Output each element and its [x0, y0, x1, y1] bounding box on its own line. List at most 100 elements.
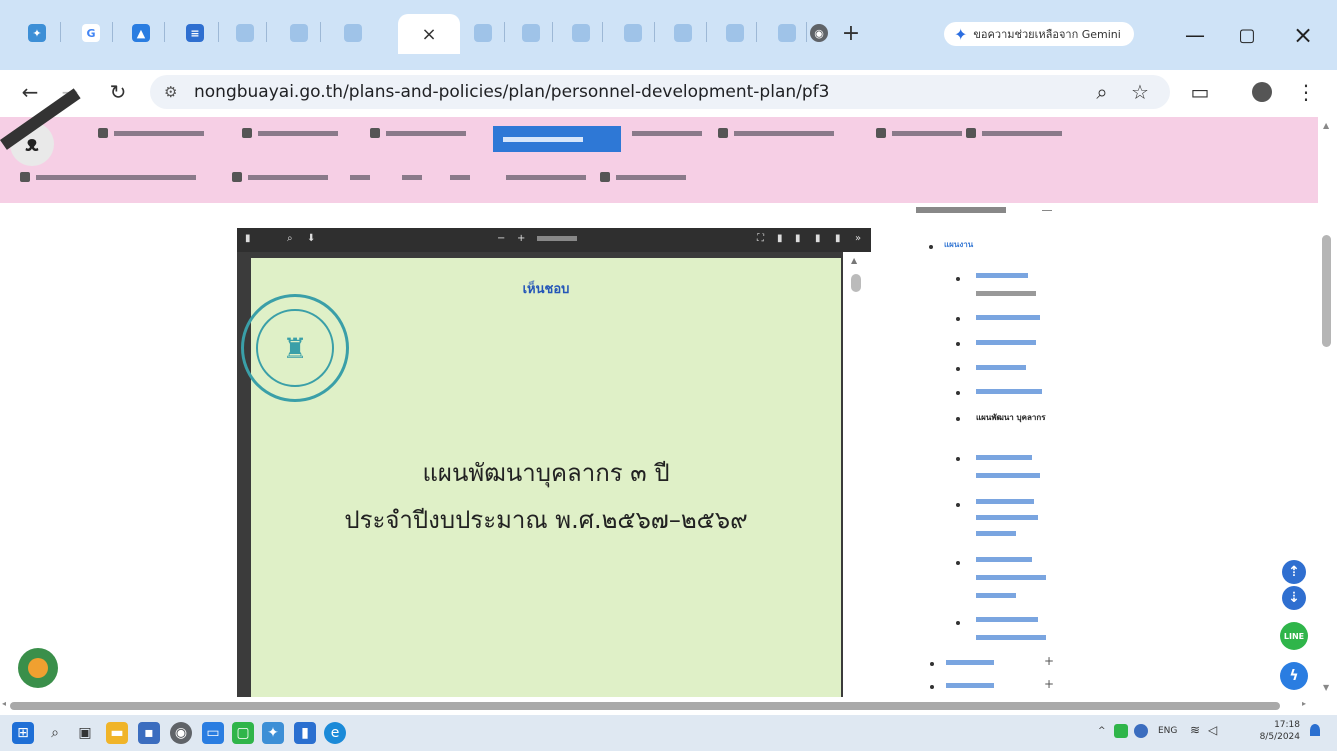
nav-item-5[interactable] — [632, 126, 702, 140]
nav-item-14[interactable] — [506, 170, 586, 184]
zoom-in-icon[interactable]: + — [517, 233, 525, 244]
more-tools-icon[interactable]: » — [855, 233, 861, 244]
nav-item-2[interactable] — [242, 126, 338, 140]
taskbar-search-button[interactable]: ⌕ — [44, 722, 66, 744]
edge-taskbar-button[interactable]: e — [324, 722, 346, 744]
tab-site-10[interactable] — [774, 16, 800, 50]
horizontal-scrollbar[interactable]: ◂ ▸ — [0, 697, 1337, 713]
nav-item-1[interactable] — [98, 126, 204, 140]
search-icon[interactable]: ⌕ — [287, 233, 293, 244]
horizontal-scroll-thumb[interactable] — [10, 702, 1280, 710]
nav-item-3[interactable] — [370, 126, 466, 140]
sidebar-subitem-4[interactable] — [976, 365, 1026, 370]
pdf-scroll-thumb[interactable] — [851, 274, 861, 292]
nav-item-12[interactable] — [402, 170, 422, 184]
sidebar-subitem-7[interactable] — [976, 499, 1034, 504]
clock-date[interactable]: 8/5/2024 — [1254, 732, 1300, 742]
scroll-up-icon[interactable]: ▲ — [851, 256, 857, 265]
taskbar-app-3[interactable]: ✦ — [262, 722, 284, 744]
menu-button[interactable]: ⋮ — [1292, 78, 1320, 106]
tray-line-icon[interactable] — [1114, 724, 1128, 738]
tab-site-7[interactable] — [620, 16, 646, 50]
sidebar-subitem-6[interactable] — [976, 455, 1032, 460]
tab-site-4[interactable] — [470, 16, 496, 50]
close-window-button[interactable]: × — [1288, 20, 1318, 50]
zoom-button[interactable]: ⌕ — [1088, 78, 1116, 106]
save-icon[interactable]: ▮ — [815, 233, 821, 244]
line-taskbar-button[interactable]: ▢ — [232, 722, 254, 744]
taskbar-app-2[interactable]: ▭ — [202, 722, 224, 744]
wifi-icon[interactable]: ≋ — [1190, 723, 1200, 737]
nav-item-8[interactable] — [966, 126, 1062, 140]
tab-site-6[interactable] — [568, 16, 594, 50]
page-scroll-thumb[interactable] — [1322, 235, 1331, 347]
fullscreen-icon[interactable]: ⛶ — [757, 233, 764, 244]
language-indicator[interactable]: ENG — [1158, 726, 1177, 736]
collapse-icon[interactable] — [1042, 210, 1052, 211]
print-icon[interactable]: ▮ — [795, 233, 801, 244]
zoom-select[interactable] — [537, 236, 577, 241]
sidebar-subitem-1[interactable] — [976, 273, 1028, 278]
reading-mode-button[interactable]: ▭ — [1186, 78, 1214, 106]
file-explorer-button[interactable]: ▬ — [106, 722, 128, 744]
nav-item-10[interactable] — [232, 170, 328, 184]
gemini-button[interactable]: ✦ ขอความช่วยเหลือจาก Gemini — [944, 22, 1134, 46]
chrome-taskbar-button[interactable]: ◉ — [170, 722, 192, 744]
nav-item-9[interactable] — [20, 170, 196, 184]
tab-drive[interactable]: ▲ — [128, 16, 154, 50]
tab-site-1[interactable] — [232, 16, 258, 50]
open-icon[interactable]: ▮ — [777, 233, 783, 244]
tab-pinned-1[interactable]: ✦ — [24, 16, 50, 50]
nav-item-13[interactable] — [450, 170, 470, 184]
nav-item-11[interactable] — [350, 170, 370, 184]
page-scrollbar[interactable]: ▲ ▼ — [1318, 117, 1337, 697]
tab-site-3[interactable] — [340, 16, 366, 50]
sidebar-item-3[interactable] — [946, 683, 994, 688]
tab-site-5[interactable] — [518, 16, 544, 50]
scroll-top-button[interactable]: ⇡ — [1282, 560, 1306, 584]
nav-item-7[interactable] — [876, 126, 962, 140]
sidebar-item-plans[interactable]: แผนงาน — [944, 238, 973, 252]
nav-item-6[interactable] — [718, 126, 834, 140]
start-button[interactable]: ⊞ — [12, 722, 34, 744]
accessibility-widget-button[interactable] — [18, 648, 58, 688]
address-bar[interactable]: ⚙ nongbuayai.go.th/plans-and-policies/pl… — [150, 75, 1170, 109]
back-button[interactable]: ← — [16, 78, 44, 106]
pdf-scrollbar[interactable]: ▲ — [843, 252, 871, 698]
tray-overflow-icon[interactable]: ^ — [1098, 726, 1106, 736]
taskbar-app-4[interactable]: ▮ — [294, 722, 316, 744]
scroll-bottom-button[interactable]: ⇣ — [1282, 586, 1306, 610]
taskbar-app-1[interactable]: ▪ — [138, 722, 160, 744]
download-icon[interactable]: ⬇ — [307, 233, 315, 244]
tab-chrome[interactable]: ◉ — [806, 16, 832, 50]
sidebar-item-2[interactable] — [946, 660, 994, 665]
minimize-button[interactable]: — — [1180, 20, 1210, 50]
sidebar-subitem-9[interactable] — [976, 617, 1038, 622]
nav-item-plans-active[interactable] — [493, 126, 621, 152]
tab-site-9[interactable] — [722, 16, 748, 50]
bookmark-button[interactable]: ☆ — [1126, 78, 1154, 106]
reload-button[interactable]: ↻ — [104, 78, 132, 106]
clock-time[interactable]: 17:18 — [1264, 720, 1300, 730]
site-info-icon[interactable]: ⚙ — [164, 83, 177, 101]
sidebar-subitem-8[interactable] — [976, 557, 1032, 562]
expand-plus-icon[interactable]: + — [1044, 677, 1054, 691]
scroll-down-icon[interactable]: ▼ — [1323, 683, 1329, 692]
scroll-right-icon[interactable]: ▸ — [1302, 699, 1306, 708]
tray-app-icon[interactable] — [1134, 724, 1148, 738]
scroll-left-icon[interactable]: ◂ — [2, 699, 6, 708]
expand-plus-icon[interactable]: + — [1044, 654, 1054, 668]
tab-docs[interactable]: ≡ — [182, 16, 208, 50]
nav-item-15[interactable] — [600, 170, 686, 184]
tab-site-8[interactable] — [670, 16, 696, 50]
sidebar-subitem-personnel-plan[interactable]: แผนพัฒนา บุคลากร — [976, 411, 1046, 425]
tab-active-close-button[interactable]: × — [398, 14, 460, 54]
messenger-button[interactable]: ϟ — [1280, 662, 1308, 690]
scroll-up-icon[interactable]: ▲ — [1323, 121, 1329, 130]
profile-button[interactable] — [1248, 78, 1276, 106]
notification-bell-icon[interactable] — [1310, 724, 1320, 736]
volume-icon[interactable]: ◁ — [1208, 723, 1217, 737]
task-view-button[interactable]: ▣ — [74, 722, 96, 744]
restore-button[interactable]: ▢ — [1232, 20, 1262, 50]
sidebar-subitem-5[interactable] — [976, 389, 1042, 394]
